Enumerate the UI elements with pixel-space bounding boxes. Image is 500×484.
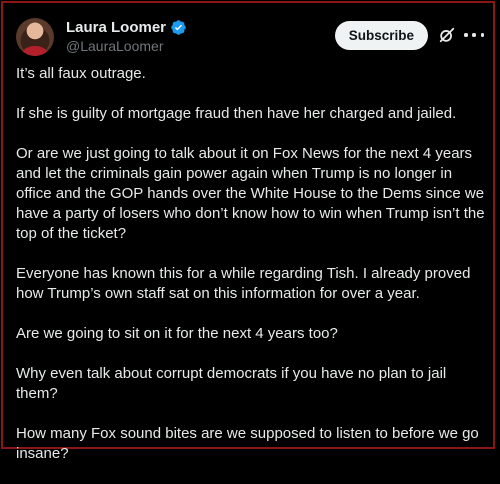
avatar[interactable] bbox=[16, 18, 54, 56]
post-text: It’s all faux outrage. If she is guilty … bbox=[16, 64, 486, 484]
dot bbox=[480, 33, 484, 37]
post-paragraph: Or are we just going to talk about it on… bbox=[16, 145, 485, 242]
display-name[interactable]: Laura Loomer bbox=[66, 19, 166, 36]
post-paragraph: How many Fox sound bites are we supposed… bbox=[16, 425, 479, 462]
post-paragraph: It’s all faux outrage. bbox=[16, 65, 146, 82]
verified-badge-icon bbox=[171, 20, 186, 35]
post-paragraph: Why even talk about corrupt democrats if… bbox=[16, 365, 447, 402]
handle[interactable]: @LauraLoomer bbox=[66, 38, 187, 54]
post-header: Laura Loomer @LauraLoomer Subscribe bbox=[16, 16, 484, 58]
post-paragraph: If she is guilty of mortgage fraud then … bbox=[16, 105, 457, 122]
dot bbox=[464, 33, 468, 37]
more-dots-icon[interactable] bbox=[464, 26, 484, 44]
post-paragraph: Everyone has known this for a while rega… bbox=[16, 265, 471, 302]
dot bbox=[472, 33, 476, 37]
grok-icon[interactable] bbox=[438, 26, 456, 44]
post-paragraph: Are we going to sit on it for the next 4… bbox=[16, 325, 338, 342]
author-info: Laura Loomer @LauraLoomer bbox=[66, 18, 187, 54]
subscribe-button[interactable]: Subscribe bbox=[334, 21, 428, 50]
name-row: Laura Loomer bbox=[66, 18, 187, 37]
